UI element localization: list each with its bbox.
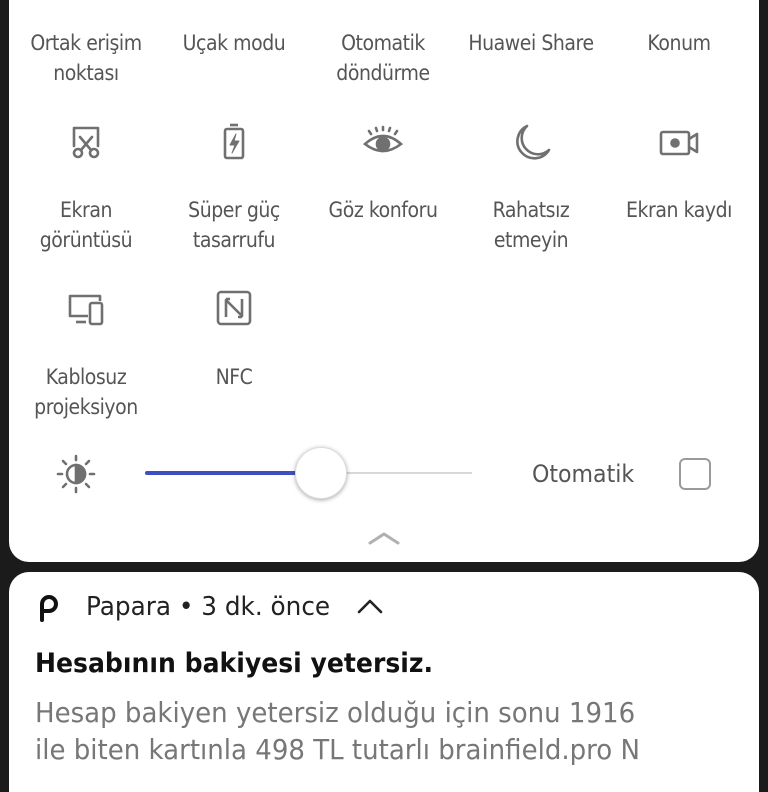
tile-wireless-projection[interactable]: Kablosuz projeksiyon: [16, 278, 156, 428]
tile-auto-rotate-label: Otomatik döndürme: [336, 31, 430, 85]
tile-screen-record-label: Ekran kaydı: [626, 198, 732, 222]
collapse-chevron-icon[interactable]: [366, 528, 402, 548]
notification-app-line: Papara • 3 dk. önce: [86, 592, 331, 622]
tile-do-not-disturb-label: Rahatsız etmeyin: [492, 198, 570, 252]
notification-body: Hesap bakiyen yetersiz olduğu için sonu …: [35, 696, 641, 766]
tile-screen-record[interactable]: Ekran kaydı: [609, 110, 749, 260]
tile-auto-rotate[interactable]: Otomatik döndürme: [313, 0, 453, 90]
wireless-projection-icon: [64, 286, 108, 330]
screenshot-icon: [64, 120, 108, 164]
expand-chevron-icon[interactable]: [356, 597, 384, 617]
auto-brightness-label: Otomatik: [532, 460, 635, 488]
tile-hotspot-label: Ortak erişim noktası: [30, 31, 142, 85]
papara-app-icon: [36, 592, 62, 622]
tile-nfc-label: NFC: [215, 365, 253, 389]
tile-hotspot[interactable]: Ortak erişim noktası: [16, 0, 156, 90]
battery-saver-icon: [212, 120, 256, 164]
brightness-icon: [54, 452, 98, 496]
tile-eye-comfort-label: Göz konforu: [328, 198, 438, 222]
eye-icon: [361, 120, 405, 164]
tile-power-saver[interactable]: Süper güç tasarrufu: [164, 110, 304, 260]
tile-nfc[interactable]: NFC: [164, 278, 304, 428]
tile-wireless-projection-label: Kablosuz projeksiyon: [34, 365, 138, 419]
tile-power-saver-label: Süper güç tasarrufu: [188, 198, 280, 252]
tile-location-label: Konum: [647, 31, 711, 55]
tile-huawei-share-label: Huawei Share: [468, 31, 594, 55]
nfc-icon: [212, 286, 256, 330]
notification-title: Hesabının bakiyesi yetersiz.: [35, 648, 434, 679]
tile-do-not-disturb[interactable]: Rahatsız etmeyin: [461, 110, 601, 260]
tile-screenshot[interactable]: Ekran görüntüsü: [16, 110, 156, 260]
tile-huawei-share[interactable]: Huawei Share: [461, 0, 601, 90]
tile-eye-comfort[interactable]: Göz konforu: [313, 110, 453, 260]
screen-record-icon: [657, 120, 701, 164]
tile-airplane-mode[interactable]: Uçak modu: [164, 0, 304, 90]
auto-brightness-checkbox[interactable]: [679, 458, 711, 490]
tile-airplane-mode-label: Uçak modu: [182, 31, 286, 55]
tile-location[interactable]: Konum: [609, 0, 749, 90]
tile-screenshot-label: Ekran görüntüsü: [39, 198, 133, 252]
moon-icon: [509, 120, 553, 164]
brightness-slider-thumb[interactable]: [295, 447, 347, 499]
